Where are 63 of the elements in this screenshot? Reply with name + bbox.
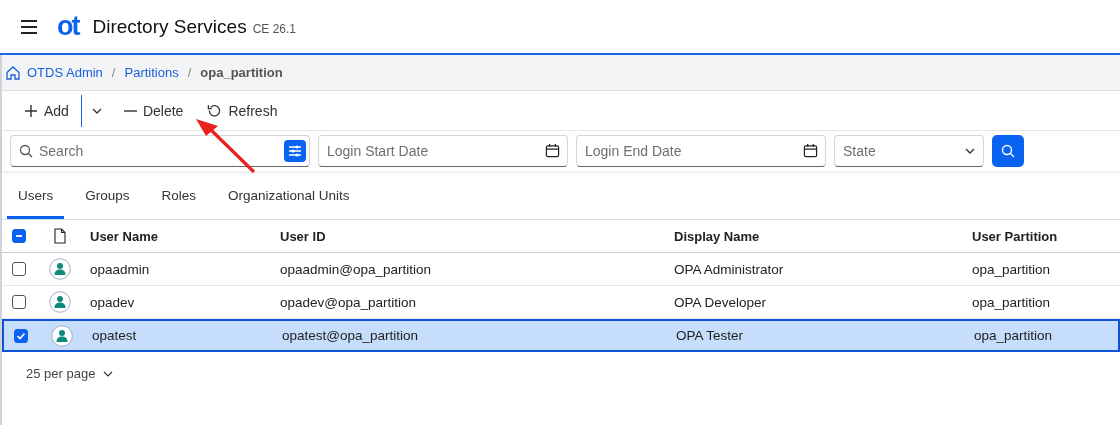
tab[interactable]: Groups [74,188,141,219]
user-icon [49,258,71,280]
refresh-button[interactable]: Refresh [195,94,290,127]
login-end-date-field[interactable]: Login End Date [576,135,826,167]
breadcrumb-separator: / [187,65,192,80]
selected-table-row[interactable]: opatest opatest@opa_partition OPA Tester opa_partition [2,319,1120,352]
table-cell: opaadmin@opa_partition [280,261,432,277]
logo: ot [57,13,79,40]
row-checkbox[interactable] [12,295,26,309]
refresh-icon [207,103,223,118]
per-page-dropdown[interactable]: 25 per page [26,362,114,385]
user-icon [51,324,73,347]
tab[interactable]: Users [7,188,65,219]
user-icon [49,291,71,313]
tab[interactable]: Roles [150,188,208,219]
calendar-icon[interactable] [545,143,560,158]
menu-icon[interactable] [21,19,37,34]
column-header[interactable]: User Name [90,228,158,244]
table-cell: opadev [90,294,135,310]
minus-icon [123,109,137,112]
search-field[interactable]: Search [10,135,310,167]
breadcrumb-link[interactable]: Partitions [124,65,179,80]
column-header[interactable]: User Partition [972,228,1058,244]
search-button[interactable] [992,135,1024,167]
home-icon[interactable] [5,64,21,81]
breadcrumb-link[interactable]: OTDS Admin [27,65,103,80]
annotation-arrow [194,117,258,175]
table-cell: opa_partition [974,328,1053,343]
table-cell: opa_partition [972,261,1051,277]
chevron-down-icon [91,107,102,114]
table-cell: OPA Tester [676,328,744,343]
document-icon [54,228,66,244]
login-start-date-field[interactable]: Login Start Date [318,135,568,167]
search-icon [1001,144,1015,158]
table-cell: OPA Administrator [674,261,784,277]
chevron-down-icon [965,148,975,154]
checkmark-icon [16,330,26,341]
filter-settings-icon[interactable] [284,140,306,162]
column-header[interactable]: User ID [280,228,326,244]
column-header[interactable]: Display Name [674,228,760,244]
tab[interactable]: Organizational Units [217,188,361,219]
version-label: CE 26.1 [252,22,296,36]
table-cell: opadev@opa_partition [280,294,417,310]
calendar-icon[interactable] [803,143,818,158]
table-row[interactable]: opaadmin opaadmin@opa_partition OPA Administrator opa_partition [2,253,1120,286]
minus-icon [16,235,22,237]
state-dropdown[interactable]: State [834,135,984,167]
row-checkbox[interactable] [14,328,28,343]
table-cell: opaadmin [90,261,150,277]
row-checkbox[interactable] [12,262,26,276]
select-all-checkbox[interactable] [12,229,26,243]
add-button[interactable]: Add [12,94,81,127]
delete-button[interactable]: Delete [111,94,196,127]
table-cell: opa_partition [972,294,1051,310]
plus-icon [24,103,38,118]
chevron-down-icon [103,370,114,377]
table-cell: opatest [92,328,137,343]
breadcrumb-link[interactable]: opa_partition [200,65,283,80]
table-cell: opatest@opa_partition [282,328,419,343]
search-icon [19,144,33,158]
table-cell: OPA Developer [674,294,767,310]
breadcrumb-separator: / [111,65,116,80]
app-title: Directory Services [92,15,247,38]
